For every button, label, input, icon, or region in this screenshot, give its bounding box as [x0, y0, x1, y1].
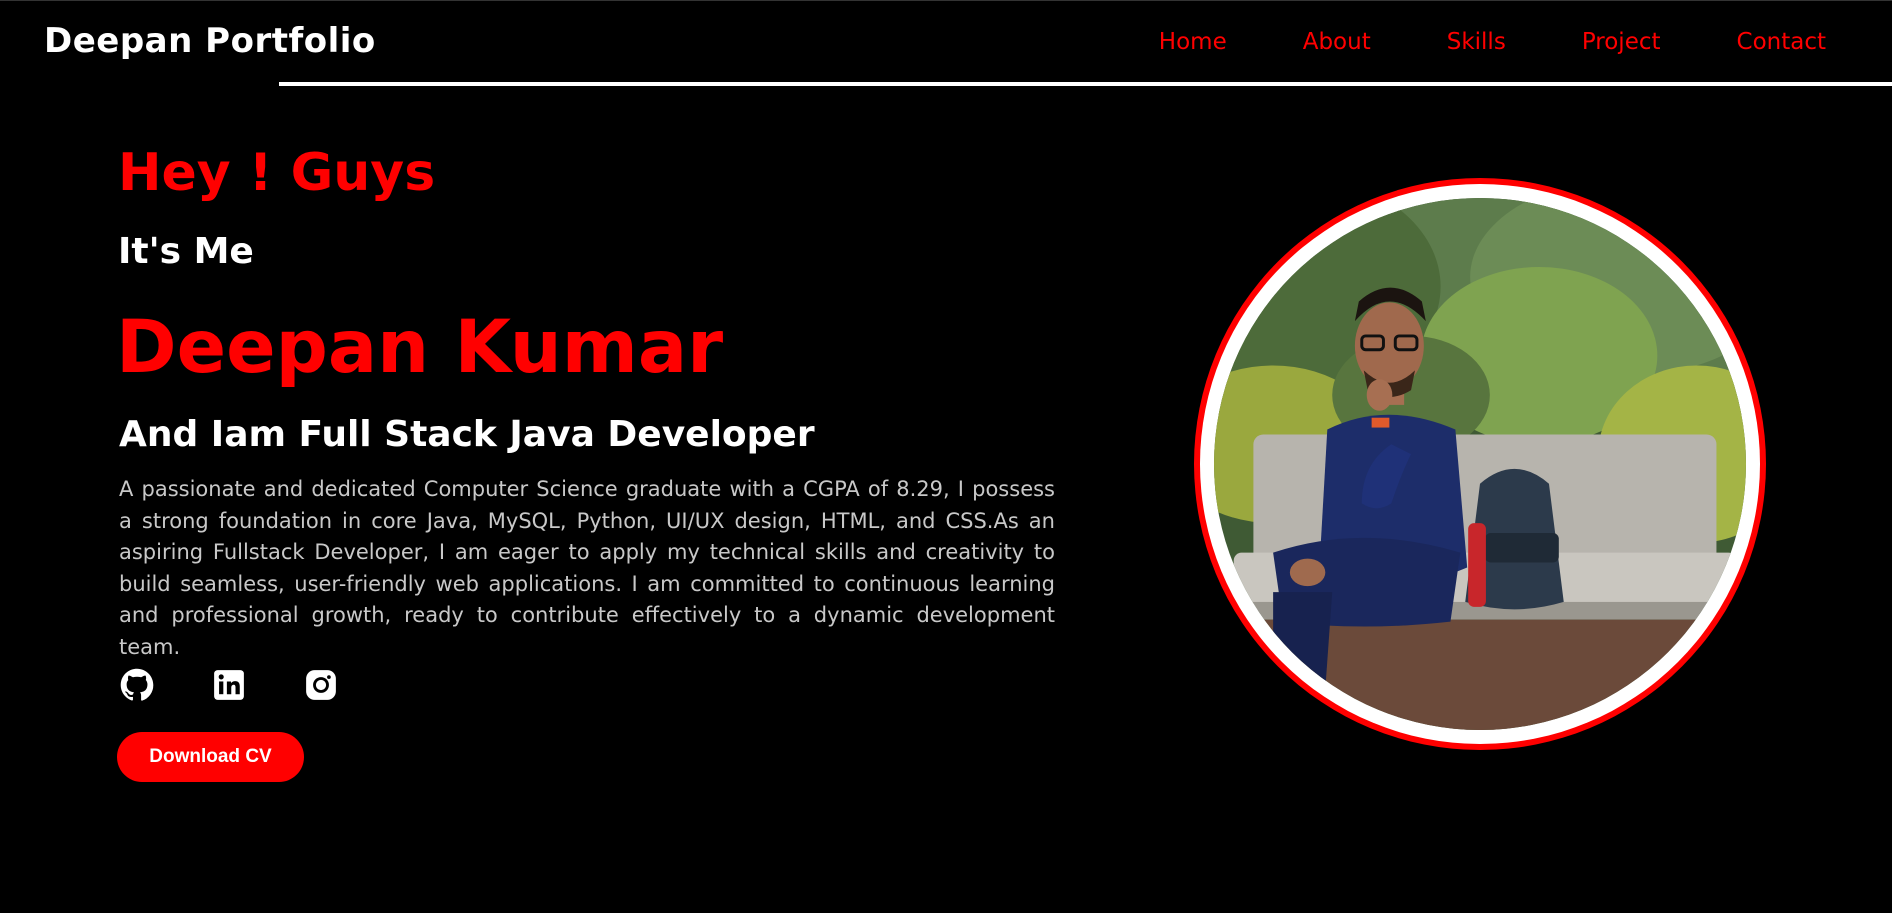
nav-home[interactable]: Home — [1159, 29, 1227, 55]
linkedin-icon[interactable] — [212, 668, 246, 702]
nav-skills[interactable]: Skills — [1447, 29, 1506, 55]
download-cv-button[interactable]: Download CV — [117, 732, 304, 782]
site-header: Deepan Portfolio Home About Skills Proje… — [0, 0, 1892, 87]
main-nav: Home About Skills Project Contact — [1159, 29, 1826, 55]
nav-project[interactable]: Project — [1582, 29, 1661, 55]
about-description: A passionate and dedicated Computer Scie… — [119, 477, 1055, 659]
nav-contact[interactable]: Contact — [1737, 29, 1826, 55]
profile-photo — [1214, 198, 1746, 730]
portfolio-page: Deepan Portfolio Home About Skills Proje… — [0, 0, 1892, 913]
intro-heading: It's Me — [118, 231, 254, 272]
greeting-heading: Hey ! Guys — [118, 143, 436, 203]
nav-about[interactable]: About — [1303, 29, 1371, 55]
brand-logo[interactable]: Deepan Portfolio — [44, 21, 376, 61]
name-heading: Deepan Kumar — [116, 305, 724, 390]
role-heading: And Iam Full Stack Java Developer — [119, 414, 815, 455]
header-divider — [279, 82, 1892, 86]
profile-photo-frame — [1194, 178, 1766, 750]
social-links — [120, 668, 338, 702]
instagram-icon[interactable] — [304, 668, 338, 702]
github-icon[interactable] — [120, 668, 154, 702]
